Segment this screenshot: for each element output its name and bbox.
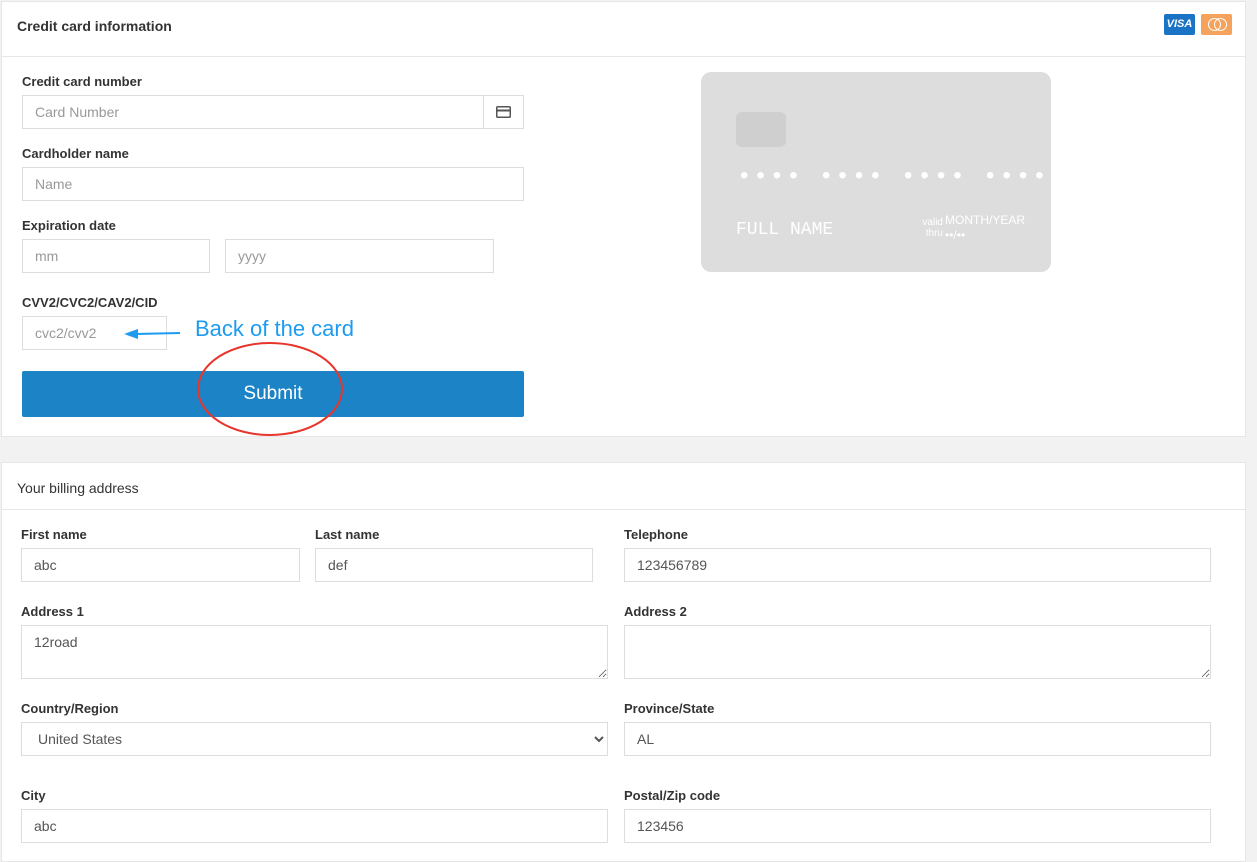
card-number-label: Credit card number bbox=[22, 74, 142, 89]
telephone-label: Telephone bbox=[624, 527, 689, 542]
country-select[interactable]: United States bbox=[21, 722, 608, 756]
address2-textarea[interactable] bbox=[624, 625, 1211, 679]
card-preview-expiry-label: MONTH/YEAR bbox=[945, 213, 1026, 227]
billing-address-panel: Your billing address First name Last nam… bbox=[1, 462, 1246, 862]
expiration-month-input[interactable] bbox=[22, 239, 210, 273]
last-name-input[interactable] bbox=[315, 548, 593, 582]
cardholder-name-input[interactable] bbox=[22, 167, 524, 201]
postal-label: Postal/Zip code bbox=[624, 788, 721, 803]
expiration-year-input[interactable] bbox=[225, 239, 494, 273]
credit-card-panel: Credit card information VISA Credit card… bbox=[1, 1, 1246, 437]
card-number-input[interactable] bbox=[22, 95, 484, 129]
card-number-addon bbox=[483, 95, 524, 129]
card-preview-number: •••• •••• •••• •••• bbox=[737, 164, 1049, 191]
postal-input[interactable] bbox=[624, 809, 1211, 843]
credit-card-panel-header: Credit card information VISA bbox=[2, 2, 1245, 57]
country-label: Country/Region bbox=[21, 701, 119, 716]
card-preview-expiry: MONTH/YEAR ••/•• bbox=[945, 213, 1025, 243]
mastercard-icon bbox=[1201, 14, 1232, 35]
address1-textarea[interactable]: 12road bbox=[21, 625, 608, 679]
annotation-back-of-card: Back of the card bbox=[195, 316, 354, 341]
expiration-label: Expiration date bbox=[22, 218, 116, 233]
telephone-input[interactable] bbox=[624, 548, 1211, 582]
cardholder-label: Cardholder name bbox=[22, 146, 129, 161]
address2-label: Address 2 bbox=[624, 604, 687, 619]
card-preview-name: FULL NAME bbox=[736, 220, 834, 240]
cvv-input[interactable] bbox=[22, 316, 167, 350]
province-label: Province/State bbox=[624, 701, 715, 716]
credit-card-panel-title: Credit card information bbox=[17, 18, 172, 34]
billing-panel-title: Your billing address bbox=[17, 480, 139, 496]
visa-icon: VISA bbox=[1164, 14, 1195, 35]
city-input[interactable] bbox=[21, 809, 608, 843]
submit-button[interactable]: Submit bbox=[22, 371, 524, 417]
card-preview: •••• •••• •••• •••• FULL NAME valid thru… bbox=[701, 72, 1051, 272]
billing-panel-header: Your billing address bbox=[2, 463, 1245, 510]
card-chip-icon bbox=[736, 112, 786, 147]
cvv-label: CVV2/CVC2/CAV2/CID bbox=[22, 295, 158, 310]
city-label: City bbox=[21, 788, 46, 803]
card-preview-valid-thru: valid thru bbox=[922, 217, 943, 239]
card-preview-expiry-value: ••/•• bbox=[945, 228, 966, 242]
address1-label: Address 1 bbox=[21, 604, 84, 619]
last-name-label: Last name bbox=[315, 527, 380, 542]
first-name-label: First name bbox=[21, 527, 87, 542]
credit-card-icon bbox=[496, 106, 511, 118]
province-input[interactable] bbox=[624, 722, 1211, 756]
first-name-input[interactable] bbox=[21, 548, 300, 582]
